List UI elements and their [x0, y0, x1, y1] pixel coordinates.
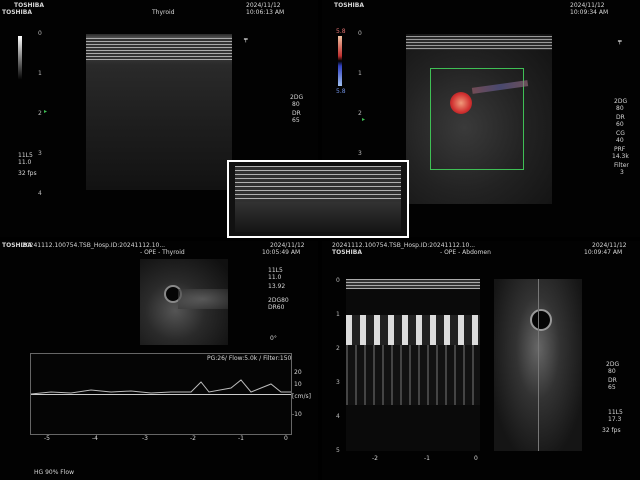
depth-ruler: 0 1 2 3 4 [38, 30, 42, 197]
gain-label: 2DG [606, 361, 620, 368]
filter-label: Filter [614, 162, 629, 169]
velocity-tick-10: 10 [294, 381, 302, 388]
gain-label: 2DG [290, 94, 304, 101]
angle-value: 0° [270, 335, 277, 342]
time-tick: -3 [142, 435, 148, 442]
frequency-value: 11.0 [18, 159, 32, 166]
ultrasound-image [494, 279, 582, 451]
brand-logo: TOSHIBA [14, 2, 44, 9]
dr-label: DR [616, 114, 625, 121]
velocity-scale-top: 5.8 [336, 28, 346, 35]
exam-date: 2024/11/12 [570, 2, 605, 9]
prf-label: PRF [614, 146, 626, 153]
focus-marker-icon: ▸ [44, 108, 48, 115]
frequency-value: 17.3 [608, 416, 622, 423]
probe-marker-icon: ╤ [244, 36, 248, 43]
ultrasound-image [406, 34, 552, 204]
dr-value: 65 [608, 384, 616, 391]
exam-time: 10:06:13 AM [246, 9, 285, 16]
ultrasound-image [140, 259, 228, 345]
cg-label: CG [616, 130, 625, 137]
panel-thyroid-pw-doppler: 20241112.100754.TSB_Hosp.ID:20241112.10.… [0, 241, 318, 480]
flow-signal [450, 92, 472, 114]
time-tick: -1 [238, 435, 244, 442]
time-tick: 0 [284, 435, 288, 442]
patient-id: 20241112.100754.TSB_Hosp.ID:20241112.10.… [22, 242, 166, 249]
frame-rate: 32 fps [18, 170, 37, 177]
brand-logo-secondary: TOSHIBA [2, 9, 32, 16]
probe-label: 11L5 [268, 267, 283, 274]
ultrasound-image [86, 34, 232, 190]
time-tick: -2 [372, 455, 378, 462]
brand-logo: TOSHIBA [334, 2, 364, 9]
probe-marker-icon: ╤ [618, 38, 622, 45]
dr-value: 65 [292, 117, 300, 124]
time-tick: -4 [92, 435, 98, 442]
probe-label: 11L5 [608, 409, 623, 416]
color-scale-bar [338, 36, 342, 86]
exam-title: Thyroid [152, 9, 175, 16]
time-tick: 0 [474, 455, 478, 462]
time-tick: -2 [190, 435, 196, 442]
brand-logo: TOSHIBA [2, 242, 32, 249]
exam-date: 2024/11/12 [246, 2, 281, 9]
brand-logo: TOSHIBA [332, 249, 362, 256]
prf-value: 14.3k [612, 153, 629, 160]
depth-value: 13.92 [268, 283, 286, 290]
doppler-spectrum: PG:26/ Flow:5.0k / Filter:150 [30, 353, 292, 435]
filter-value: 3 [620, 169, 624, 176]
exam-title: - OPE - Thyroid [140, 249, 185, 256]
dr-label: DR [608, 377, 617, 384]
mmode-cursor-line[interactable] [538, 279, 539, 451]
exam-date: 2024/11/12 [592, 242, 627, 249]
dr-label: DR [292, 110, 301, 117]
frequency-value: 11.0 [268, 274, 282, 281]
frame-rate: 32 fps [602, 427, 621, 434]
velocity-tick-neg10: -10 [292, 411, 302, 418]
velocity-tick-20: 20 [294, 369, 302, 376]
dr-value: DR60 [268, 304, 285, 311]
footer-status: HG 90% Flow [34, 469, 75, 476]
exam-time: 10:05:49 AM [262, 249, 301, 256]
exam-date: 2024/11/12 [270, 242, 305, 249]
gain-value: 2DG80 [268, 297, 289, 304]
time-tick: -5 [44, 435, 50, 442]
exam-time: 10:09:47 AM [584, 249, 623, 256]
mmode-trace [346, 279, 480, 451]
velocity-unit: [cm/s] [292, 393, 311, 400]
focus-marker-icon: ▸ [362, 116, 366, 123]
probe-label: 11L5 [18, 152, 33, 159]
zoom-inset [227, 160, 409, 238]
gain-value: 80 [616, 105, 624, 112]
grayscale-bar [18, 36, 22, 80]
panel-abdomen-mmode: 20241112.100754.TSB_Hosp.ID:20241112.10.… [322, 241, 640, 480]
gain-value: 80 [608, 368, 616, 375]
doppler-params: PG:26/ Flow:5.0k / Filter:150 [207, 355, 292, 362]
velocity-scale-bottom: 5.8 [336, 88, 346, 95]
gain-value: 80 [292, 101, 300, 108]
time-tick: -1 [424, 455, 430, 462]
gain-label: 2DG [614, 98, 628, 105]
exam-time: 10:09:34 AM [570, 9, 609, 16]
cg-value: 40 [616, 137, 624, 144]
dr-value: 60 [616, 121, 624, 128]
patient-id: 20241112.100754.TSB_Hosp.ID:20241112.10.… [332, 242, 476, 249]
exam-title: - OPE - Abdomen [440, 249, 491, 256]
